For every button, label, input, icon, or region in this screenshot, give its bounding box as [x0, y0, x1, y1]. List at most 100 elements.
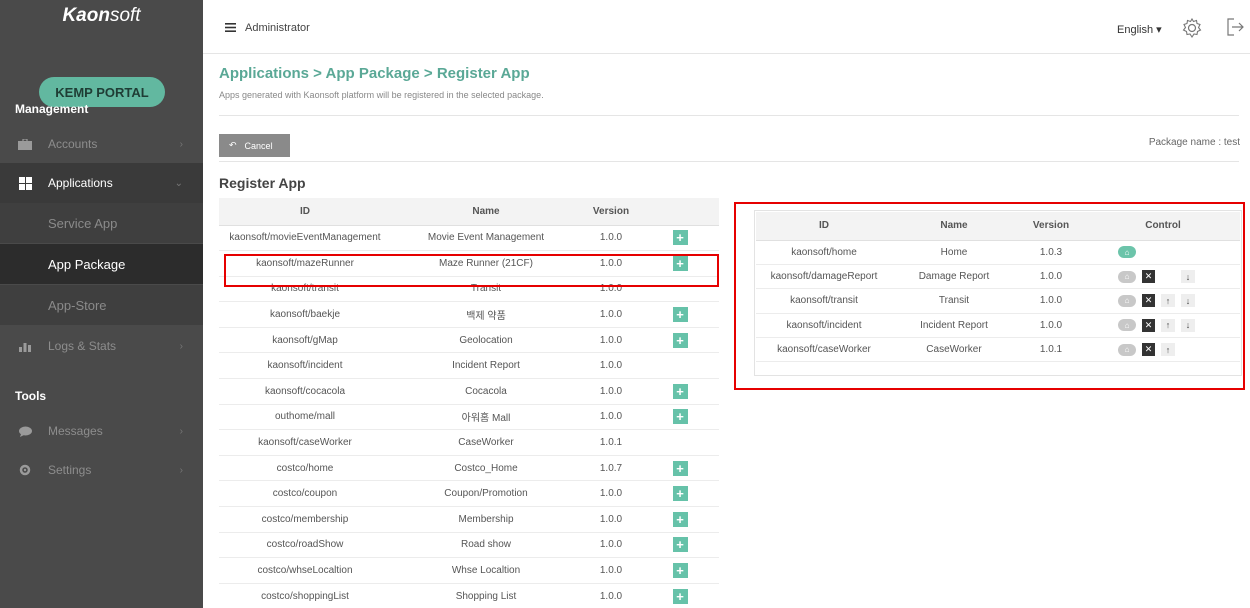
- action-cell: +: [641, 301, 719, 328]
- set-home-button[interactable]: ⌂: [1118, 294, 1136, 307]
- caret-down-icon: ▾: [1156, 24, 1162, 36]
- divider: [219, 161, 1239, 162]
- add-app-button[interactable]: +: [672, 563, 688, 579]
- column-header-name: Name: [892, 212, 1016, 241]
- sidebar-item-applications[interactable]: Applications ⌄: [0, 163, 203, 203]
- sidebar-item-label: Logs & Stats: [48, 339, 117, 353]
- sidebar-item-messages[interactable]: Messages ›: [0, 411, 203, 451]
- action-cell: +: [641, 557, 719, 584]
- add-app-button[interactable]: +: [672, 230, 688, 246]
- app-version: 1.0.0: [581, 301, 641, 328]
- remove-button[interactable]: ✕: [1142, 270, 1155, 284]
- chevron-right-icon: ›: [179, 138, 183, 150]
- add-app-button[interactable]: +: [672, 511, 688, 527]
- set-home-button[interactable]: ⌂: [1118, 343, 1136, 356]
- remove-button[interactable]: ✕: [1142, 343, 1155, 357]
- app-version: 1.0.0: [1016, 313, 1086, 339]
- app-version: 1.0.0: [581, 327, 641, 354]
- sidebar-item-logs-stats[interactable]: Logs & Stats ›: [0, 326, 203, 366]
- app-id: kaonsoft/damageReport: [756, 264, 892, 290]
- app-id: costco/membership: [219, 506, 391, 533]
- add-app-button[interactable]: +: [672, 383, 688, 399]
- table-row: kaonsoft/baekje 백제 약품 1.0.0 +: [219, 301, 719, 328]
- control-group: ⌂ ✕ ↑: [1086, 343, 1240, 357]
- page-description: Apps generated with Kaonsoft platform wi…: [219, 90, 544, 100]
- menu-icon[interactable]: [225, 23, 236, 35]
- add-app-button[interactable]: +: [672, 460, 688, 476]
- move-up-button[interactable]: ↑: [1161, 294, 1175, 308]
- add-app-button[interactable]: +: [672, 307, 688, 323]
- action-cell: +: [641, 506, 719, 533]
- app-name: CaseWorker: [391, 429, 581, 456]
- table-row: costco/coupon Coupon/Promotion 1.0.0 +: [219, 480, 719, 508]
- move-up-button[interactable]: ↑: [1161, 343, 1175, 357]
- topbar: Administrator English ▾: [203, 0, 1250, 54]
- set-home-button[interactable]: ⌂: [1118, 246, 1136, 259]
- action-cell: +: [641, 225, 719, 252]
- app-version: 1.0.7: [581, 455, 641, 482]
- add-app-button[interactable]: +: [672, 409, 688, 425]
- logout-icon[interactable]: [1225, 17, 1245, 40]
- app-id: costco/home: [219, 455, 391, 482]
- set-home-button[interactable]: ⌂: [1118, 319, 1136, 332]
- table-row: kaonsoft/gMap Geolocation 1.0.0 +: [219, 327, 719, 354]
- logo-light-text: soft: [109, 5, 141, 26]
- chat-bubble-icon: [18, 425, 32, 437]
- chevron-down-icon: ⌄: [174, 177, 183, 189]
- action-cell: +: [641, 583, 719, 608]
- column-header-id: ID: [756, 212, 892, 241]
- sidebar-subitem-service-app[interactable]: Service App: [0, 203, 203, 243]
- move-down-button[interactable]: ↓: [1181, 318, 1195, 332]
- back-arrow-icon: ↶: [229, 140, 237, 150]
- app-version: 1.0.0: [1016, 288, 1086, 314]
- app-version: 1.0.0: [581, 404, 641, 431]
- add-app-button[interactable]: +: [672, 537, 688, 553]
- chevron-right-icon: ›: [179, 425, 183, 437]
- move-down-button[interactable]: ↓: [1181, 270, 1195, 284]
- app-id: kaonsoft/baekje: [219, 301, 391, 328]
- bar-chart-icon: [18, 340, 32, 352]
- settings-gear-icon[interactable]: [1181, 17, 1203, 42]
- set-home-button[interactable]: ⌂: [1118, 270, 1136, 283]
- sidebar-subitem-app-store[interactable]: App-Store: [0, 285, 203, 325]
- sidebar-item-label: Accounts: [48, 137, 98, 151]
- move-up-button[interactable]: ↑: [1161, 318, 1175, 332]
- table-row: kaonsoft/cocacola Cocacola 1.0.0 +: [219, 378, 719, 405]
- divider: [219, 115, 1239, 116]
- add-app-button[interactable]: +: [672, 332, 688, 348]
- app-id: costco/shoppingList: [219, 583, 391, 608]
- column-header-version: Version: [1016, 212, 1086, 241]
- app-name: Whse Localtion: [391, 557, 581, 584]
- sidebar-subitem-app-package[interactable]: App Package: [0, 244, 203, 284]
- table-row: costco/membership Membership 1.0.0 +: [219, 506, 719, 533]
- sidebar-item-accounts[interactable]: Accounts ›: [0, 124, 203, 164]
- grid-icon: [18, 176, 32, 190]
- add-app-button[interactable]: +: [672, 486, 688, 502]
- add-app-button[interactable]: +: [672, 588, 688, 604]
- app-id: kaonsoft/gMap: [219, 327, 391, 354]
- selected-row-highlight: [224, 254, 719, 287]
- app-id: kaonsoft/movieEventManagement: [219, 225, 391, 252]
- language-selector[interactable]: English ▾: [1117, 23, 1162, 36]
- action-cell: [641, 352, 719, 380]
- action-cell: +: [641, 455, 719, 482]
- sidebar-item-settings[interactable]: Settings ›: [0, 450, 203, 490]
- column-header-name: Name: [391, 198, 581, 226]
- app-id: kaonsoft/home: [756, 240, 892, 265]
- cancel-button[interactable]: ↶ Cancel: [219, 134, 290, 157]
- control-group: ⌂: [1086, 246, 1240, 259]
- app-name: Transit: [892, 288, 1016, 314]
- breadcrumb: Applications > App Package > Register Ap…: [219, 65, 530, 82]
- table-header-row: ID Name Version Control: [756, 212, 1240, 241]
- remove-button[interactable]: ✕: [1142, 294, 1155, 308]
- app-version: 1.0.0: [581, 378, 641, 405]
- briefcase-icon: [18, 138, 32, 150]
- move-down-button[interactable]: ↓: [1181, 294, 1195, 308]
- remove-button[interactable]: ✕: [1142, 318, 1155, 332]
- app-id: costco/coupon: [219, 480, 391, 508]
- action-cell: +: [641, 327, 719, 354]
- table-row: costco/home Costco_Home 1.0.7 +: [219, 455, 719, 482]
- app-version: 1.0.0: [581, 480, 641, 508]
- app-id: costco/whseLocaltion: [219, 557, 391, 584]
